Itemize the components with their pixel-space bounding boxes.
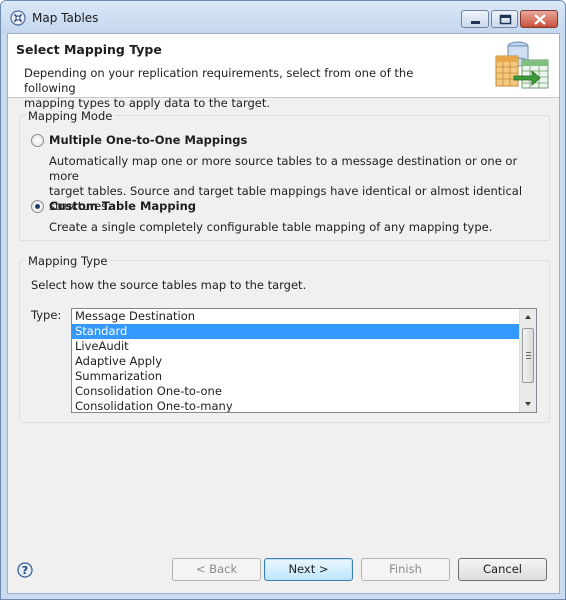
maximize-button[interactable]	[491, 10, 518, 28]
dialog-content: Select Mapping Type Depending on your re…	[7, 33, 560, 594]
cancel-button[interactable]: Cancel	[458, 558, 547, 581]
list-item[interactable]: Summarization	[72, 369, 536, 384]
type-label: Type:	[31, 308, 62, 322]
page-description-line-1: Depending on your replication requiremen…	[24, 66, 414, 95]
radio-button-multiple[interactable]	[31, 134, 44, 147]
radio-label-custom[interactable]: Custom Table Mapping	[49, 199, 196, 213]
list-scrollbar[interactable]	[519, 309, 536, 412]
minimize-icon	[471, 21, 480, 24]
next-button[interactable]: Next >	[264, 558, 353, 581]
scrollbar-thumb[interactable]	[522, 328, 534, 383]
mapping-type-instruction: Select how the source tables map to the …	[31, 278, 307, 292]
multiple-desc-line-1: Automatically map one or more source tab…	[49, 154, 518, 183]
list-item[interactable]: Consolidation One-to-many	[72, 399, 536, 412]
scroll-down-icon[interactable]	[520, 396, 536, 412]
list-item[interactable]: Message Destination	[72, 309, 536, 324]
mapping-mode-label: Mapping Mode	[26, 109, 115, 123]
list-item[interactable]: Standard	[72, 324, 536, 339]
wizard-banner: Select Mapping Type Depending on your re…	[8, 34, 559, 110]
back-button[interactable]: < Back	[172, 558, 261, 581]
svg-text:?: ?	[22, 564, 28, 577]
radio-button-custom[interactable]	[31, 200, 44, 213]
maximize-icon	[499, 14, 512, 25]
custom-desc-line-1: Create a single completely configurable …	[49, 220, 493, 234]
custom-mapping-description: Create a single completely configurable …	[49, 220, 549, 235]
mapping-type-list-items: Message Destination Standard LiveAudit Adap…	[72, 309, 536, 412]
radio-label-multiple[interactable]: Multiple One-to-One Mappings	[49, 133, 247, 147]
finish-button[interactable]: Finish	[361, 558, 450, 581]
close-icon	[534, 14, 546, 25]
list-item[interactable]: Adaptive Apply	[72, 354, 536, 369]
radio-custom-table-mapping[interactable]: Custom Table Mapping	[31, 199, 431, 217]
radio-multiple-one-to-one[interactable]: Multiple One-to-One Mappings	[31, 133, 431, 151]
close-button[interactable]	[520, 10, 558, 28]
mapping-tables-icon	[495, 41, 549, 89]
app-icon	[10, 10, 26, 26]
page-title: Select Mapping Type	[16, 42, 162, 57]
minimize-button[interactable]	[461, 10, 489, 28]
mapping-type-label: Mapping Type	[26, 254, 110, 268]
mapping-type-list[interactable]: Message Destination Standard LiveAudit Adap…	[71, 308, 537, 413]
page-description: Depending on your replication requiremen…	[24, 66, 464, 111]
list-item[interactable]: Consolidation One-to-one	[72, 384, 536, 399]
help-icon[interactable]: ?	[17, 562, 33, 578]
window-title: Map Tables	[32, 11, 99, 25]
scroll-up-icon[interactable]	[520, 309, 536, 325]
title-bar[interactable]: Map Tables	[1, 1, 565, 33]
dialog-window: Map Tables Select Mapping Type Depending…	[0, 0, 566, 600]
list-item[interactable]: LiveAudit	[72, 339, 536, 354]
